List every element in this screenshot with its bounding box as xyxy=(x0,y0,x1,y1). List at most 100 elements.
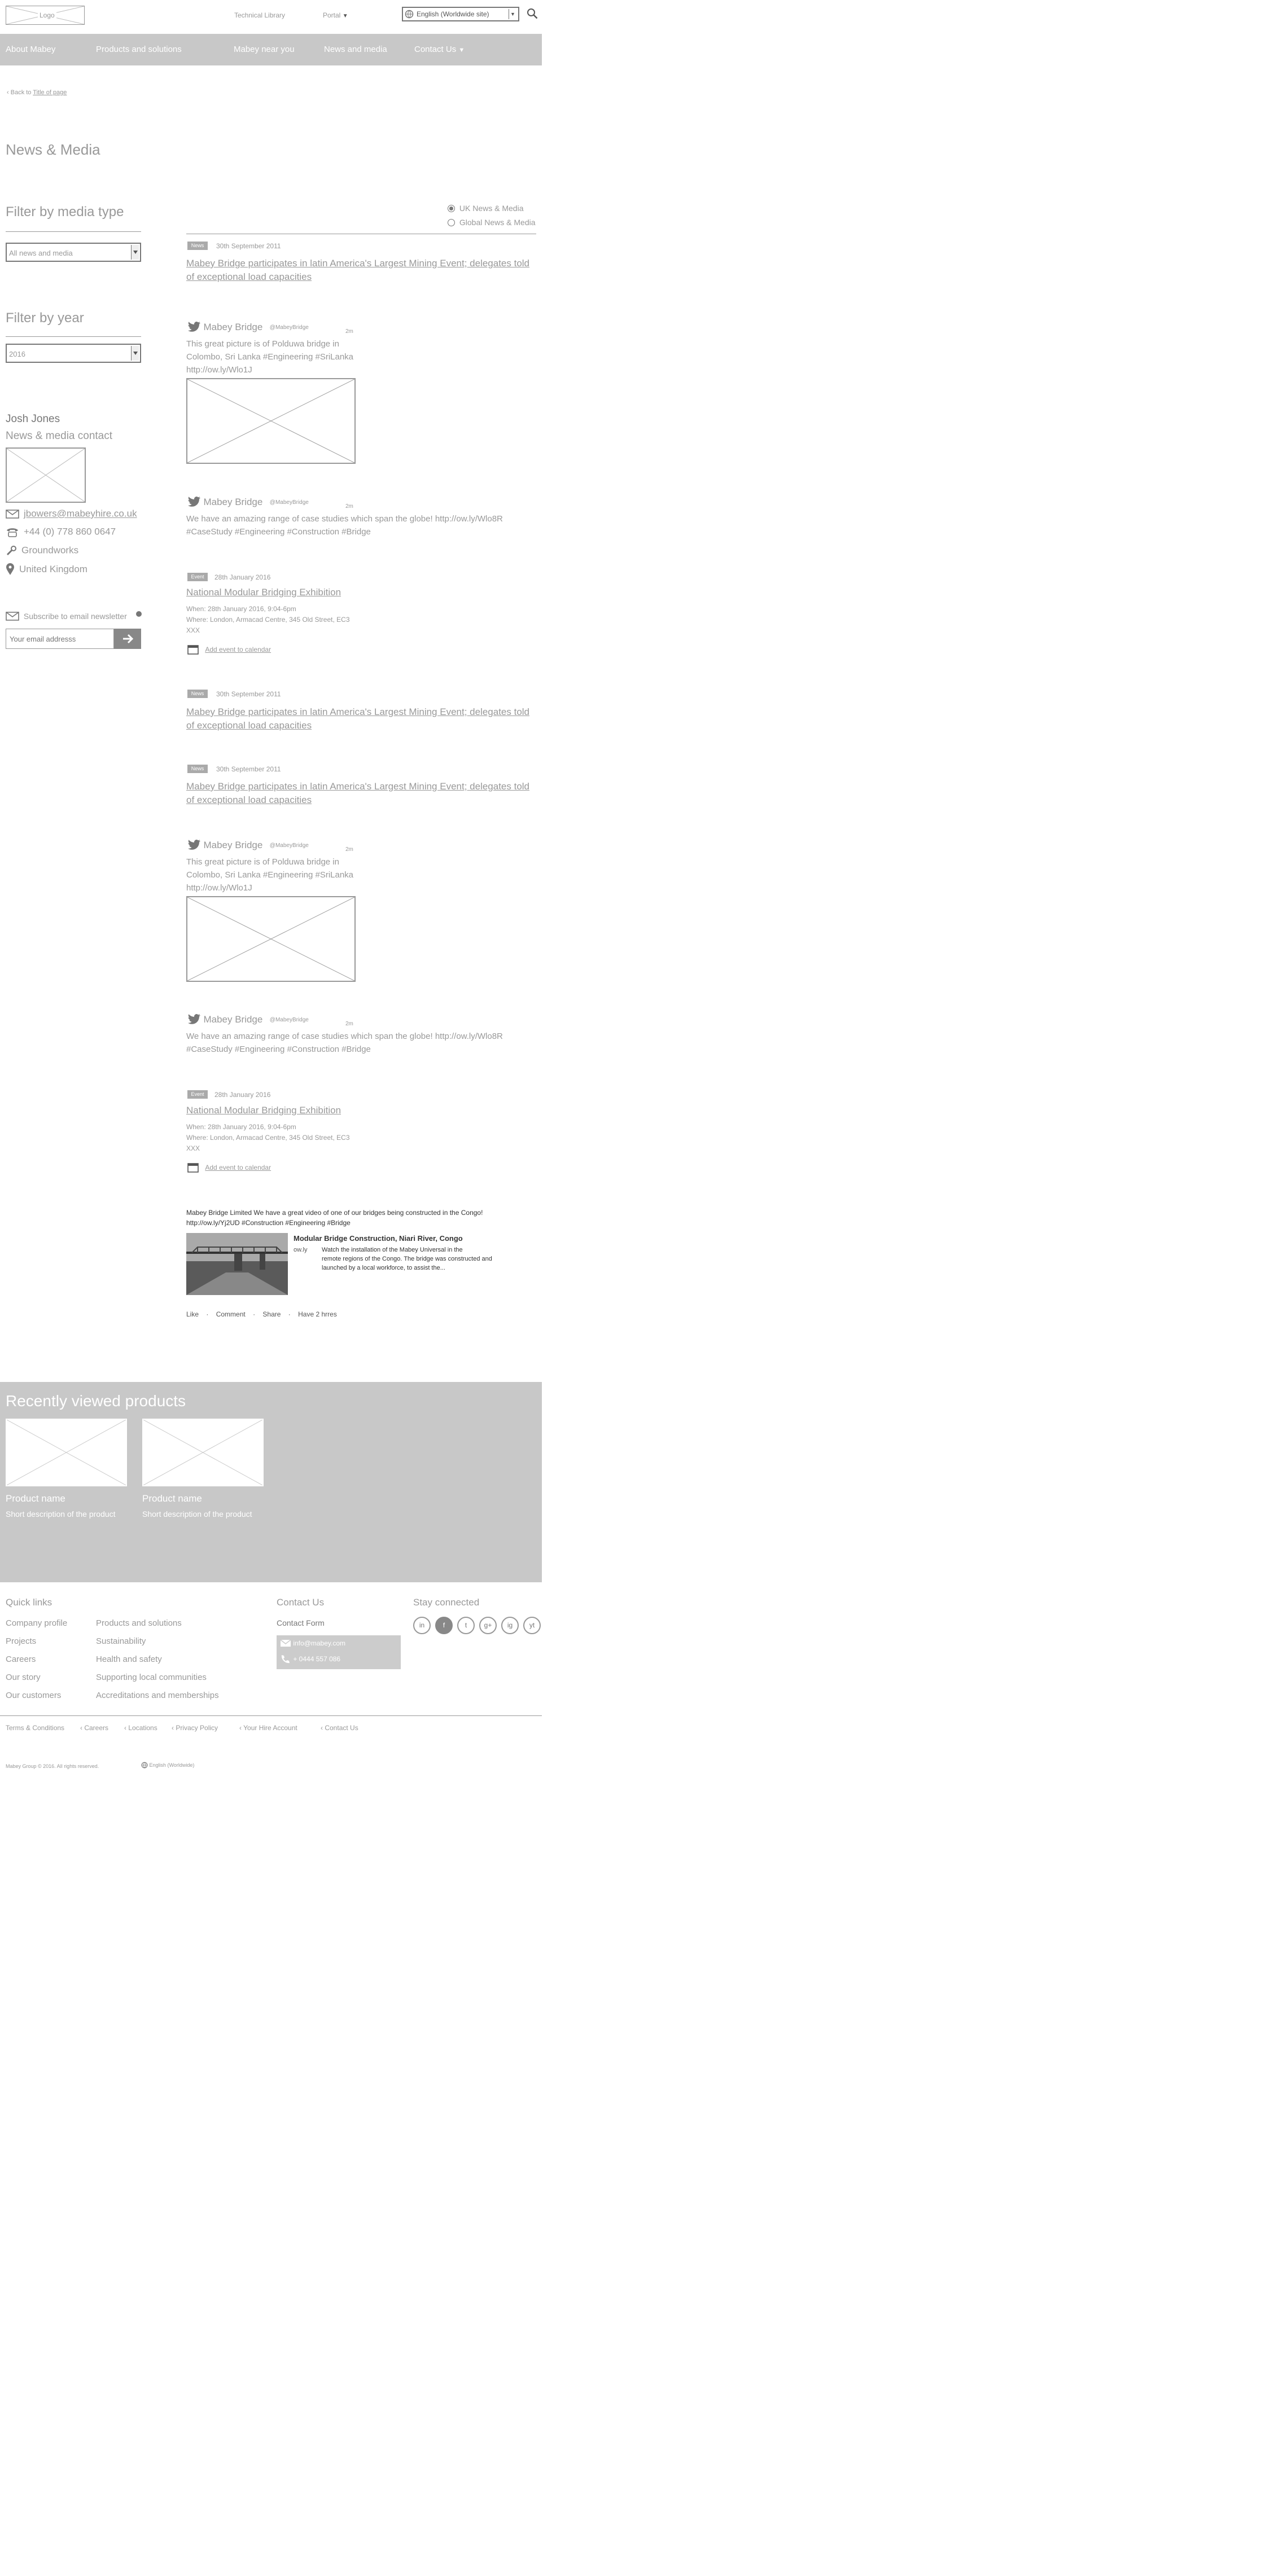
product-image[interactable] xyxy=(6,1419,127,1486)
breadcrumb-link[interactable]: Title of page xyxy=(33,89,67,96)
privacy-link[interactable]: ‹ Privacy Policy xyxy=(172,1724,218,1732)
chevron-left-icon: ‹ xyxy=(239,1724,242,1732)
footer-link-projects[interactable]: Projects xyxy=(6,1636,36,1646)
media-type-select[interactable]: All news and media xyxy=(6,243,141,262)
map-pin-icon xyxy=(6,563,15,576)
linkedin-icon[interactable]: in xyxy=(413,1617,431,1634)
footer-link-careers[interactable]: Careers xyxy=(6,1655,36,1664)
contact-form-link[interactable]: Contact Form xyxy=(277,1618,325,1627)
calendar-icon xyxy=(187,644,199,655)
tweet-handle[interactable]: @MabeyBridge xyxy=(270,324,309,331)
facebook-like-button[interactable]: Like xyxy=(186,1310,199,1318)
recently-viewed-title: Recently viewed products xyxy=(6,1392,186,1410)
tweet-time: 2m xyxy=(345,846,353,853)
tweet-handle[interactable]: @MabeyBridge xyxy=(270,1017,309,1023)
tweet-text: We have an amazing range of case studies… xyxy=(186,1030,503,1056)
tweet-text: This great picture is of Polduwa bridge … xyxy=(186,337,353,376)
facebook-link-card[interactable]: Modular Bridge Construction, Niari River… xyxy=(186,1233,536,1295)
nav-contact-us[interactable]: Contact Us ▼ xyxy=(414,45,465,54)
chevron-left-icon: ‹ xyxy=(321,1724,323,1732)
event-details: When: 28th January 2016, 9:04-6pm Where:… xyxy=(186,1122,350,1154)
event-title-link[interactable]: National Modular Bridging Exhibition xyxy=(186,1105,341,1116)
footer-link-our-story[interactable]: Our story xyxy=(6,1673,41,1682)
nav-about-mabey[interactable]: About Mabey xyxy=(6,45,55,54)
tweet-handle[interactable]: @MabeyBridge xyxy=(270,842,309,849)
tweet-handle[interactable]: @MabeyBridge xyxy=(270,499,309,506)
add-to-calendar[interactable]: Add event to calendar xyxy=(187,644,271,655)
facebook-post-line: http://ow.ly/Yj2UD #Construction #Engine… xyxy=(186,1219,351,1227)
tweet-author[interactable]: Mabey Bridge xyxy=(203,322,262,332)
nav-mabey-near-you[interactable]: Mabey near you xyxy=(234,45,295,54)
envelope-icon xyxy=(280,1639,291,1647)
news-title-link[interactable]: Mabey Bridge participates in latin Ameri… xyxy=(186,257,531,284)
tweet-text-line: Colombo, Sri Lanka #Engineering #SriLank… xyxy=(186,352,354,362)
bottom-contact-link[interactable]: ‹ Contact Us xyxy=(321,1724,358,1732)
news-date: 30th September 2011 xyxy=(216,242,281,250)
facebook-card-line: Watch the installation of the Mabey Univ… xyxy=(322,1247,463,1253)
add-to-calendar-label: Add event to calendar xyxy=(205,646,271,653)
region-option-uk[interactable]: UK News & Media xyxy=(448,203,523,213)
footer-link-our-customers[interactable]: Our customers xyxy=(6,1691,61,1700)
tweet-author[interactable]: Mabey Bridge xyxy=(203,1014,262,1025)
chevron-down-icon: ▼ xyxy=(458,47,465,54)
info-icon[interactable] xyxy=(135,611,142,617)
tweet-author[interactable]: Mabey Bridge xyxy=(203,497,262,507)
nav-news-media[interactable]: News and media xyxy=(324,45,387,54)
news-title-link[interactable]: Mabey Bridge participates in latin Ameri… xyxy=(186,705,531,732)
tweet-image xyxy=(186,896,356,982)
footer-link-health-safety[interactable]: Health and safety xyxy=(96,1655,162,1664)
product-image[interactable] xyxy=(142,1419,264,1486)
privacy-link-label: Privacy Policy xyxy=(176,1724,218,1732)
dot-separator: · xyxy=(206,1310,209,1318)
footer-link-products[interactable]: Products and solutions xyxy=(96,1618,182,1628)
youtube-icon[interactable]: yt xyxy=(523,1617,541,1634)
locations-link[interactable]: ‹ Locations xyxy=(124,1724,157,1732)
event-title-link[interactable]: National Modular Bridging Exhibition xyxy=(186,587,341,598)
radio-icon xyxy=(448,218,455,226)
terms-link[interactable]: Terms & Conditions xyxy=(6,1724,64,1732)
event-tag: Event xyxy=(187,573,208,581)
language-select[interactable]: English (Worldwide site) ▼ xyxy=(402,7,519,21)
facebook-share-button[interactable]: Share xyxy=(262,1310,281,1318)
contact-email[interactable]: jbowers@mabeyhire.co.uk xyxy=(24,508,137,519)
year-select[interactable]: 2016 xyxy=(6,344,141,363)
portal-link[interactable]: Portal ▼ xyxy=(323,11,348,19)
subscribe-button[interactable] xyxy=(114,629,141,649)
product-name[interactable]: Product name xyxy=(6,1493,65,1504)
subscribe-email-input[interactable] xyxy=(6,629,113,648)
twitter-icon xyxy=(187,1014,201,1025)
footer-email[interactable]: info@mabey.com xyxy=(293,1639,345,1647)
news-title-link[interactable]: Mabey Bridge participates in latin Ameri… xyxy=(186,780,531,807)
facebook-card-source: ow.ly xyxy=(294,1247,308,1253)
divider xyxy=(6,231,141,232)
facebook-icon[interactable]: f xyxy=(435,1617,453,1634)
hire-account-link-label: Your Hire Account xyxy=(243,1724,297,1732)
google-plus-icon[interactable]: g+ xyxy=(479,1617,497,1634)
tweet-text-line: This great picture is of Polduwa bridge … xyxy=(186,857,339,867)
region-label-global: Global News & Media xyxy=(459,218,536,227)
footer-language-label: English (Worldwide) xyxy=(149,1762,195,1768)
product-name[interactable]: Product name xyxy=(142,1493,202,1504)
careers-link-label: Careers xyxy=(84,1724,109,1732)
logo[interactable]: Logo xyxy=(6,6,85,25)
twitter-icon[interactable]: t xyxy=(457,1617,475,1634)
product-desc: Short description of the product xyxy=(142,1509,252,1519)
footer-link-company-profile[interactable]: Company profile xyxy=(6,1618,67,1628)
careers-link[interactable]: ‹ Careers xyxy=(80,1724,108,1732)
footer-link-sustainability[interactable]: Sustainability xyxy=(96,1636,146,1646)
footer-language[interactable]: English (Worldwide) xyxy=(141,1762,194,1768)
technical-library-link[interactable]: Technical Library xyxy=(234,11,285,19)
subscribe-email-field[interactable] xyxy=(6,629,114,649)
add-to-calendar[interactable]: Add event to calendar xyxy=(187,1162,271,1173)
search-icon[interactable] xyxy=(527,8,538,19)
region-option-global[interactable]: Global News & Media xyxy=(448,217,536,227)
nav-products-solutions[interactable]: Products and solutions xyxy=(96,45,182,54)
footer-link-communities[interactable]: Supporting local communities xyxy=(96,1673,207,1682)
hire-account-link[interactable]: ‹ Your Hire Account xyxy=(239,1724,297,1732)
facebook-comment-button[interactable]: Comment xyxy=(216,1310,246,1318)
facebook-card-title: Modular Bridge Construction, Niari River… xyxy=(294,1234,463,1243)
footer-link-accreditations[interactable]: Accreditations and memberships xyxy=(96,1691,219,1700)
tweet-text-line: Colombo, Sri Lanka #Engineering #SriLank… xyxy=(186,870,354,880)
instagram-icon[interactable]: ig xyxy=(501,1617,519,1634)
tweet-author[interactable]: Mabey Bridge xyxy=(203,840,262,850)
